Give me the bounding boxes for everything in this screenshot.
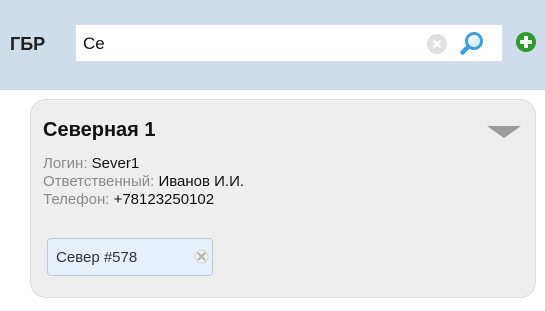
search-box[interactable] — [75, 24, 503, 62]
phone-row: Телефон: +78123250102 — [43, 191, 244, 209]
gbr-label: ГБР — [10, 34, 46, 54]
tag-label: Север #578 — [56, 249, 138, 266]
responsible-value: Иванов И.И. — [158, 173, 245, 190]
responsible-row: Ответственный: Иванов И.И. — [43, 173, 244, 191]
clear-icon[interactable] — [427, 34, 447, 54]
assigned-tag[interactable]: Север #578 — [47, 238, 213, 276]
search-input[interactable] — [83, 32, 413, 56]
login-label: Логин: — [43, 155, 88, 172]
card-title: Северная 1 — [43, 119, 156, 141]
search-icon[interactable] — [458, 30, 486, 58]
remove-icon[interactable] — [194, 249, 209, 264]
responsible-label: Ответственный: — [43, 173, 155, 190]
phone-label: Телефон: — [43, 191, 110, 208]
login-value: Sever1 — [91, 155, 140, 172]
chevron-down-icon[interactable] — [487, 126, 521, 138]
top-bar: ГБР — [0, 0, 545, 90]
card-details: Логин: Sever1 Ответственный: Иванов И.И.… — [43, 155, 244, 209]
add-icon[interactable] — [515, 31, 537, 53]
team-card: Северная 1 Логин: Sever1 Ответственный: … — [30, 99, 536, 298]
login-row: Логин: Sever1 — [43, 155, 244, 173]
phone-value: +78123250102 — [113, 191, 215, 208]
